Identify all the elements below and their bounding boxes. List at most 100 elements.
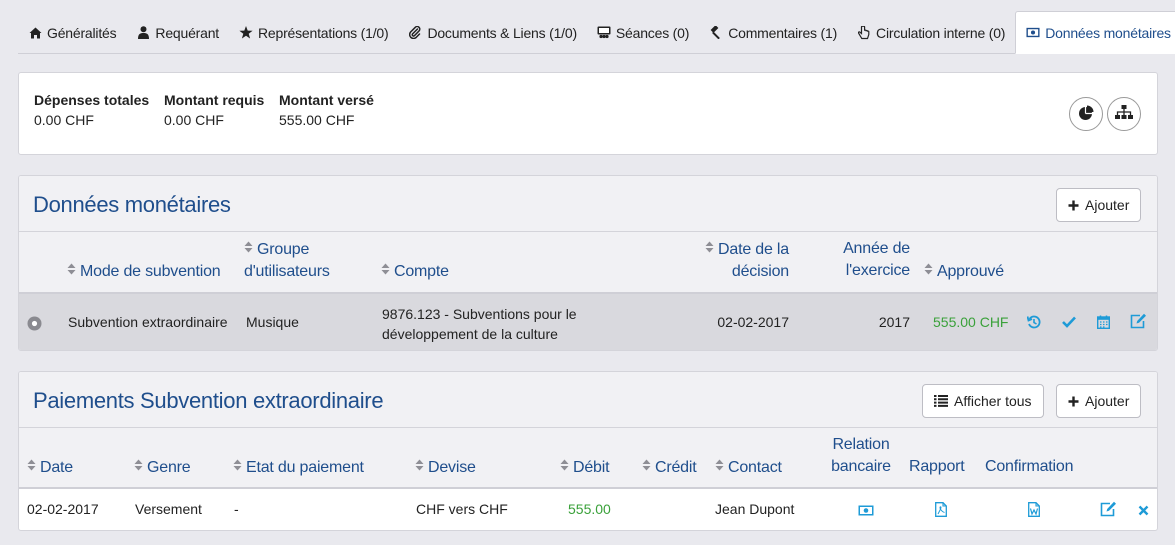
tab-label: Données monétaires xyxy=(1045,24,1171,41)
col-report: Rapport xyxy=(909,458,965,475)
sort-icon xyxy=(642,456,651,478)
bank-money-icon[interactable] xyxy=(857,501,875,519)
tab-label: Requérant xyxy=(155,24,219,41)
requested-amount-value: 0.00 CHF xyxy=(164,112,224,128)
delete-icon[interactable] xyxy=(1134,501,1152,519)
col-mode-label: Mode de subvention xyxy=(80,263,221,280)
col-currency-label: Devise xyxy=(428,459,476,476)
requested-amount-label: Montant requis xyxy=(164,92,265,108)
col-credit[interactable]: Crédit xyxy=(642,456,697,479)
payments-panel-header: Paiements Subvention extraordinaire Affi… xyxy=(19,372,1157,428)
history-icon[interactable] xyxy=(1025,313,1043,331)
tab-commentaires[interactable]: Commentaires (1) xyxy=(699,11,847,54)
col-decision-label-2: décision xyxy=(731,263,789,280)
col-mode[interactable]: Mode de subvention xyxy=(67,260,221,283)
monetary-panel-header: Données monétaires Ajouter xyxy=(19,176,1157,232)
summary-panel: Dépenses totales 0.00 CHF Montant requis… xyxy=(18,72,1158,155)
add-label: Ajouter xyxy=(1085,197,1130,213)
col-approved[interactable]: Approuvé xyxy=(924,260,1004,283)
cell-account: 9876.123 - Subventions pour le développem… xyxy=(382,304,577,344)
total-expenses-label: Dépenses totales xyxy=(34,92,150,108)
sort-icon xyxy=(715,456,724,478)
col-year-label-1: Année de xyxy=(843,240,910,257)
monetary-panel-title: Données monétaires xyxy=(33,192,231,217)
cell-mode: Subvention extraordinaire xyxy=(68,314,228,330)
total-expenses-value: 0.00 CHF xyxy=(34,112,94,128)
paid-amount: Montant versé 555.00 CHF xyxy=(279,92,374,128)
cell-approved: 555.00 CHF xyxy=(933,314,1009,330)
show-all-button[interactable]: Afficher tous xyxy=(922,384,1044,418)
edit-icon[interactable] xyxy=(1129,312,1147,330)
tab-label: Séances (0) xyxy=(615,24,690,41)
col-contact-label: Contact xyxy=(728,459,782,476)
pdf-file-icon[interactable] xyxy=(932,500,950,518)
user-icon xyxy=(136,26,150,40)
sort-icon xyxy=(67,260,76,282)
list-icon xyxy=(934,395,948,407)
sort-icon xyxy=(244,238,253,260)
col-debit[interactable]: Débit xyxy=(560,456,610,479)
org-chart-button[interactable] xyxy=(1107,97,1141,131)
plus-icon xyxy=(1068,396,1079,407)
table-row[interactable]: 02-02-2017 Versement - CHF vers CHF 555.… xyxy=(19,489,1157,530)
word-file-icon[interactable] xyxy=(1025,500,1043,518)
sort-icon xyxy=(27,456,36,478)
cell-date: 02-02-2017 xyxy=(27,501,99,517)
paid-amount-value: 555.00 CHF xyxy=(279,112,355,128)
calendar-icon[interactable] xyxy=(1094,313,1112,331)
tab-seances[interactable]: Séances (0) xyxy=(587,11,699,54)
col-decision-label-1: Date de la xyxy=(718,241,789,258)
plus-icon xyxy=(1068,200,1079,211)
paid-amount-label: Montant versé xyxy=(279,92,374,108)
hand-pointer-icon xyxy=(857,25,871,40)
edit-icon[interactable] xyxy=(1099,500,1117,518)
col-status[interactable]: Etat du paiement xyxy=(233,456,364,479)
col-decision-date[interactable]: Date de la décision xyxy=(701,238,789,283)
cell-debit: 555.00 xyxy=(568,501,611,517)
add-payment-button[interactable]: Ajouter xyxy=(1056,384,1142,418)
total-expenses: Dépenses totales 0.00 CHF xyxy=(34,92,149,128)
check-icon[interactable] xyxy=(1060,313,1078,331)
pie-chart-icon xyxy=(1078,105,1094,124)
cell-decision-date: 02-02-2017 xyxy=(717,314,789,330)
tab-generalites[interactable]: Généralités xyxy=(18,11,126,54)
cell-fiscal-year: 2017 xyxy=(878,314,910,330)
tab-requerant[interactable]: Requérant xyxy=(126,11,229,54)
add-monetary-button[interactable]: Ajouter xyxy=(1056,188,1142,222)
cell-account-line-2: développement de la culture xyxy=(382,326,558,342)
col-bank-label-2: bancaire xyxy=(831,458,891,475)
col-confirmation: Confirmation xyxy=(985,458,1074,475)
sitemap-icon xyxy=(1115,105,1133,123)
col-status-label: Etat du paiement xyxy=(246,459,364,476)
col-group[interactable]: Groupe d'utilisateurs xyxy=(244,238,330,283)
cell-account-line-1: 9876.123 - Subventions pour le xyxy=(382,306,577,322)
col-date[interactable]: Date xyxy=(27,456,73,479)
sort-icon xyxy=(705,238,714,260)
col-account[interactable]: Compte xyxy=(381,260,449,283)
requested-amount: Montant requis 0.00 CHF xyxy=(164,92,264,128)
tab-donnees-monetaires[interactable]: Données monétaires xyxy=(1015,11,1175,54)
home-icon xyxy=(28,26,42,40)
tab-label: Circulation interne (0) xyxy=(876,24,1006,41)
add-label: Ajouter xyxy=(1085,393,1130,409)
payments-panel-title: Paiements Subvention extraordinaire xyxy=(33,388,384,413)
cell-group: Musique xyxy=(246,314,299,330)
meeting-icon xyxy=(597,26,611,40)
col-fiscal-year: Année de l'exercice xyxy=(837,238,910,282)
tab-documents[interactable]: Documents & Liens (1/0) xyxy=(398,11,586,54)
table-row[interactable]: Subvention extraordinaire Musique 9876.1… xyxy=(19,294,1157,350)
star-icon xyxy=(239,26,253,40)
tab-circulation-interne[interactable]: Circulation interne (0) xyxy=(847,11,1015,54)
col-currency[interactable]: Devise xyxy=(415,456,476,479)
sort-icon xyxy=(924,260,933,282)
col-contact[interactable]: Contact xyxy=(715,456,782,479)
tab-label: Généralités xyxy=(47,24,117,41)
col-genre-label: Genre xyxy=(147,459,191,476)
radio-selected-icon[interactable] xyxy=(25,314,43,332)
col-genre[interactable]: Genre xyxy=(134,456,191,479)
col-group-label-2: d'utilisateurs xyxy=(244,263,330,280)
tab-label: Représentations (1/0) xyxy=(258,24,389,41)
tab-representations[interactable]: Représentations (1/0) xyxy=(229,11,398,54)
payments-table-header: Date Genre Etat du paiement Devise Débit… xyxy=(19,428,1157,489)
pie-chart-button[interactable] xyxy=(1069,97,1103,131)
